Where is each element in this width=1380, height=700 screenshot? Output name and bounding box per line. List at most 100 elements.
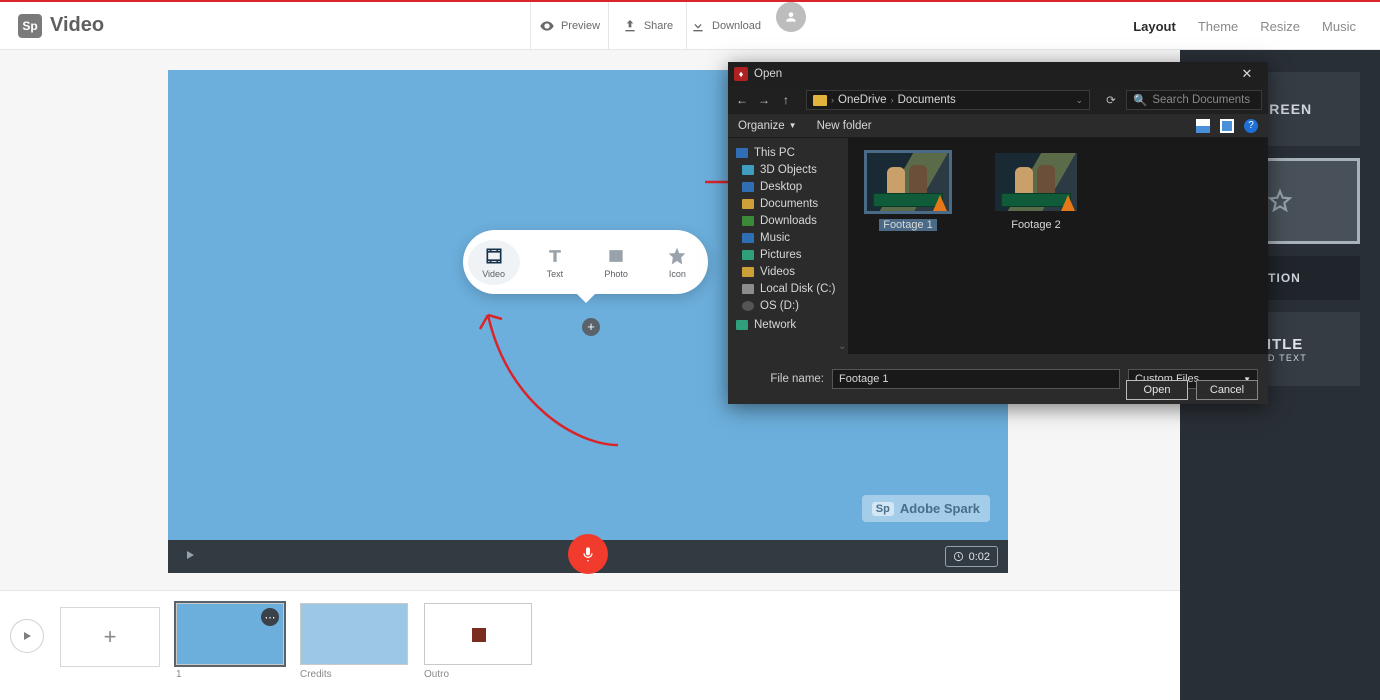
preview-pane-button[interactable] — [1220, 119, 1234, 133]
dialog-title: Open — [754, 68, 1232, 80]
microphone-icon — [580, 546, 596, 562]
chevron-down-icon[interactable]: ⌄ — [1075, 95, 1083, 106]
nav-forward-button[interactable]: → — [756, 92, 772, 108]
tab-layout[interactable]: Layout — [1133, 19, 1176, 34]
tab-music[interactable]: Music — [1322, 19, 1356, 34]
annotation-arrow-icon — [468, 295, 648, 465]
search-icon: 🔍 — [1133, 93, 1147, 107]
dialog-open-button[interactable]: Open — [1126, 380, 1188, 400]
file-footage-1[interactable]: Footage 1 — [864, 150, 952, 231]
timeline-play-button[interactable] — [10, 619, 44, 653]
organize-menu[interactable]: Organize▼ — [738, 120, 797, 132]
folder-tree: This PC 3D Objects Desktop Documents Dow… — [728, 138, 848, 354]
video-thumbnail — [995, 153, 1077, 211]
filename-input[interactable] — [832, 369, 1120, 389]
dialog-search-input[interactable]: 🔍 Search Documents — [1126, 90, 1262, 110]
logo-text: Video — [50, 14, 104, 37]
record-voiceover-button[interactable] — [568, 534, 608, 574]
app-icon: ♦ — [734, 67, 748, 81]
tree-documents[interactable]: Documents — [728, 195, 848, 212]
insert-text-button[interactable]: Text — [529, 246, 581, 279]
new-folder-button[interactable]: New folder — [817, 120, 872, 132]
tree-downloads[interactable]: Downloads — [728, 212, 848, 229]
tab-theme[interactable]: Theme — [1198, 19, 1238, 34]
timeline-slide-outro[interactable]: Outro — [424, 603, 532, 680]
tree-pictures[interactable]: Pictures — [728, 246, 848, 263]
slide-thumbnail[interactable]: ⋯ — [176, 603, 284, 665]
canvas-play-button[interactable] — [184, 548, 196, 566]
share-button[interactable]: Share — [608, 2, 686, 50]
file-list[interactable]: Footage 1 Footage 2 — [848, 138, 1268, 354]
user-avatar-button[interactable] — [776, 2, 806, 32]
address-bar[interactable]: › OneDrive › Documents ⌄ — [806, 90, 1090, 110]
timeline-slide-1[interactable]: ⋯ 1 — [176, 603, 284, 680]
dialog-cancel-button[interactable]: Cancel — [1196, 380, 1258, 400]
download-label: Download — [712, 20, 761, 32]
tree-this-pc[interactable]: This PC — [728, 144, 848, 161]
insert-icon-button[interactable]: Icon — [651, 246, 703, 279]
share-icon — [622, 18, 638, 34]
file-open-dialog: ♦ Open ✕ ← → ↑ › OneDrive › Documents ⌄ … — [728, 62, 1268, 404]
breadcrumb-documents[interactable]: Documents — [898, 94, 956, 106]
eye-icon — [539, 18, 555, 34]
text-icon — [545, 246, 565, 266]
dialog-titlebar[interactable]: ♦ Open ✕ — [728, 62, 1268, 86]
view-mode-button[interactable] — [1196, 119, 1210, 133]
insert-icon-label: Icon — [669, 269, 686, 279]
right-tabs: Layout Theme Resize Music — [1133, 2, 1356, 50]
tree-music[interactable]: Music — [728, 229, 848, 246]
slide-thumbnail[interactable] — [424, 603, 532, 665]
user-icon — [784, 10, 798, 24]
nav-up-button[interactable]: ↑ — [778, 92, 794, 108]
chevron-down-icon[interactable]: ⌄ — [838, 341, 846, 352]
help-button[interactable]: ? — [1244, 119, 1258, 133]
slide-label: 1 — [176, 669, 284, 680]
star-icon — [667, 246, 687, 266]
download-button[interactable]: Download — [686, 2, 764, 50]
duration-value: 0:02 — [969, 551, 990, 563]
duration-pill[interactable]: 0:02 — [945, 546, 998, 567]
dialog-footer: File name: Custom Files▼ Open Cancel — [728, 354, 1268, 404]
tree-desktop[interactable]: Desktop — [728, 178, 848, 195]
add-content-button[interactable]: + — [582, 318, 600, 336]
insert-video-button[interactable]: Video — [468, 240, 520, 285]
tab-resize[interactable]: Resize — [1260, 19, 1300, 34]
playbar: 0:02 — [168, 540, 1008, 573]
video-thumbnail — [867, 153, 949, 211]
tree-os-d[interactable]: OS (D:) — [728, 297, 848, 314]
dialog-close-button[interactable]: ✕ — [1232, 66, 1262, 82]
photo-icon — [606, 246, 626, 266]
nav-back-button[interactable]: ← — [734, 92, 750, 108]
timeline-slide-credits[interactable]: Credits — [300, 603, 408, 680]
file-name-label: Footage 2 — [1011, 219, 1061, 231]
insert-text-label: Text — [547, 269, 564, 279]
slide-label: Outro — [424, 669, 532, 680]
search-placeholder: Search Documents — [1152, 94, 1250, 106]
dialog-toolbar: Organize▼ New folder ? — [728, 114, 1268, 138]
insert-popover: Video Text Photo Icon — [463, 230, 708, 294]
slide-menu-button[interactable]: ⋯ — [261, 608, 279, 626]
play-icon — [21, 630, 33, 642]
refresh-button[interactable]: ⟳ — [1102, 93, 1120, 107]
breadcrumb-onedrive[interactable]: OneDrive — [838, 94, 887, 106]
tree-network[interactable]: Network — [728, 316, 848, 333]
file-name-label: Footage 1 — [879, 219, 937, 231]
add-slide-button[interactable]: + — [60, 607, 160, 667]
app-header: Sp Video Preview Share Download Layout — [0, 2, 1380, 50]
watermark-text: Adobe Spark — [900, 501, 980, 516]
insert-video-label: Video — [482, 269, 505, 279]
folder-icon — [813, 95, 827, 106]
tree-3d-objects[interactable]: 3D Objects — [728, 161, 848, 178]
insert-photo-label: Photo — [604, 269, 628, 279]
new-folder-label: New folder — [817, 120, 872, 132]
preview-button[interactable]: Preview — [530, 2, 608, 50]
dialog-navbar: ← → ↑ › OneDrive › Documents ⌄ ⟳ 🔍 Searc… — [728, 86, 1268, 114]
tree-local-disk[interactable]: Local Disk (C:) — [728, 280, 848, 297]
insert-photo-button[interactable]: Photo — [590, 246, 642, 279]
file-footage-2[interactable]: Footage 2 — [992, 150, 1080, 231]
tree-videos[interactable]: Videos — [728, 263, 848, 280]
watermark: Sp Adobe Spark — [862, 495, 990, 522]
watermark-badge: Sp — [872, 502, 894, 516]
clock-icon — [953, 551, 964, 562]
slide-thumbnail[interactable] — [300, 603, 408, 665]
